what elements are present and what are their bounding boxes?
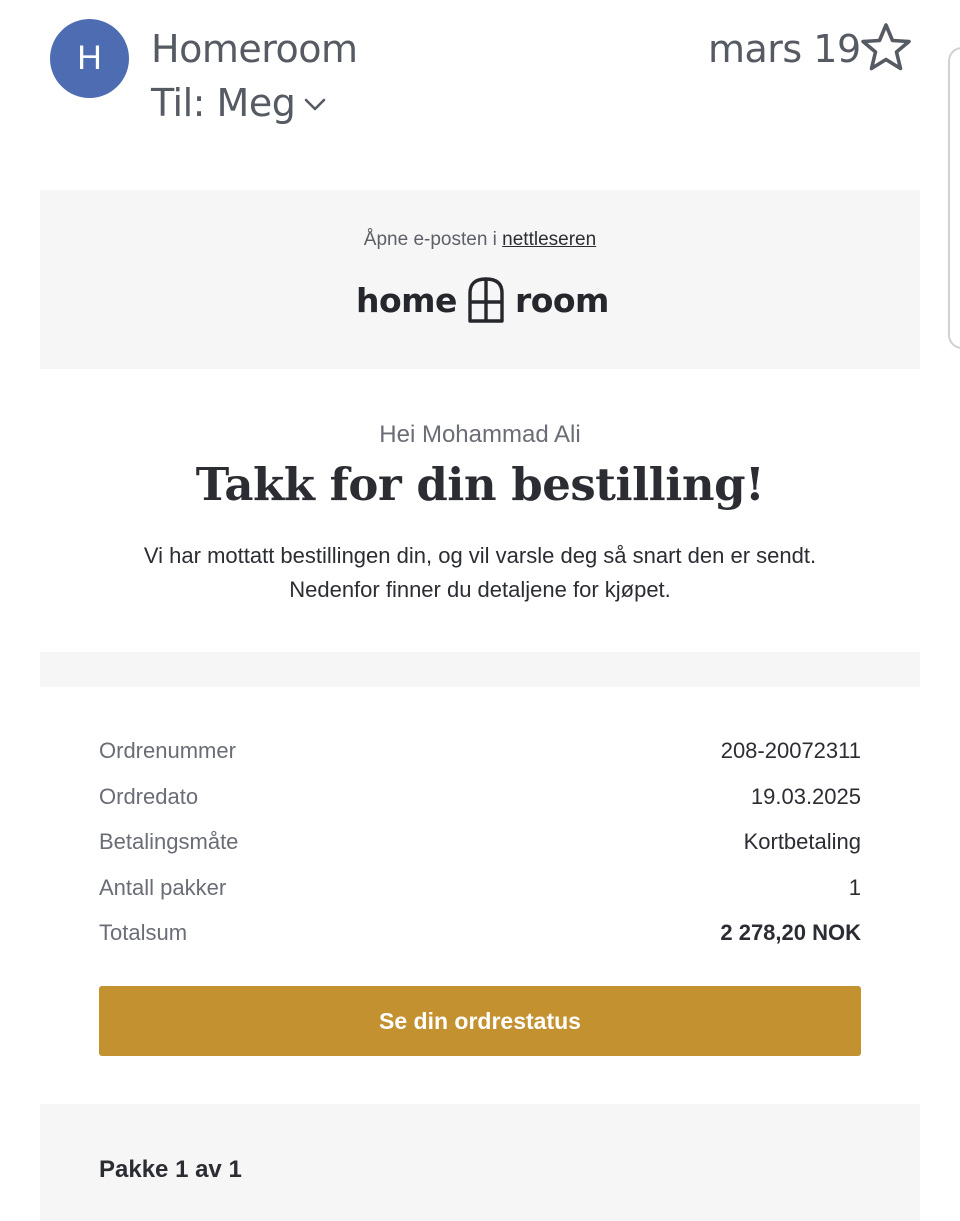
homeroom-logo: home room <box>356 276 609 324</box>
window-logo-icon <box>468 277 504 323</box>
recipient-toggle[interactable]: Til: Meg <box>151 81 327 125</box>
headline: Takk for din bestilling! <box>195 458 765 511</box>
summary-row-total: Totalsum 2 278,20 NOK <box>99 920 861 946</box>
summary-value: 19.03.2025 <box>750 784 861 809</box>
intro-line-2: Nedenfor finner du detaljene for kjøpet. <box>289 577 671 602</box>
side-panel-handle[interactable] <box>948 47 960 349</box>
recipient-label: Til: Meg <box>151 81 296 125</box>
summary-row-order-number: Ordrenummer 208-20072311 <box>99 738 861 764</box>
open-in-browser-prefix: Åpne e-posten i <box>363 229 503 250</box>
chevron-down-icon <box>305 98 326 111</box>
summary-value: 208-20072311 <box>720 738 861 763</box>
open-in-browser-text: Åpne e-posten i nettleseren <box>40 229 920 251</box>
summary-row-package-count: Antall pakker 1 <box>99 875 861 901</box>
summary-label: Totalsum <box>99 920 188 945</box>
summary-value: 1 <box>848 875 861 900</box>
order-status-button[interactable]: Se din ordrestatus <box>99 986 861 1056</box>
logo-word-home: home <box>356 280 457 320</box>
summary-label: Ordrenummer <box>99 738 236 763</box>
email-banner: Åpne e-posten i nettleseren home room <box>40 190 920 369</box>
intro-text: Vi har mottatt bestillingen din, og vil … <box>0 539 960 607</box>
message-date: mars 19 <box>708 27 861 71</box>
summary-value: Kortbetaling <box>743 829 861 854</box>
avatar-letter: H <box>77 39 102 77</box>
star-icon[interactable] <box>860 22 912 72</box>
intro-line-1: Vi har mottatt bestillingen din, og vil … <box>143 543 817 568</box>
summary-label: Ordredato <box>99 784 199 809</box>
package-title: Pakke 1 av 1 <box>99 1156 242 1183</box>
sender-avatar[interactable]: H <box>50 19 129 98</box>
summary-total-value: 2 278,20 NOK <box>720 920 861 945</box>
section-divider <box>40 652 920 687</box>
summary-label: Betalingsmåte <box>99 829 239 854</box>
greeting: Hei Mohammad Ali <box>379 421 581 448</box>
summary-label: Antall pakker <box>99 875 227 900</box>
summary-row-payment-method: Betalingsmåte Kortbetaling <box>99 829 861 855</box>
package-section: Pakke 1 av 1 <box>40 1104 920 1221</box>
sender-name: Homeroom <box>151 27 358 71</box>
logo-word-room: room <box>514 280 610 320</box>
open-in-browser-link[interactable]: nettleseren <box>502 229 596 250</box>
summary-row-order-date: Ordredato 19.03.2025 <box>99 784 861 810</box>
